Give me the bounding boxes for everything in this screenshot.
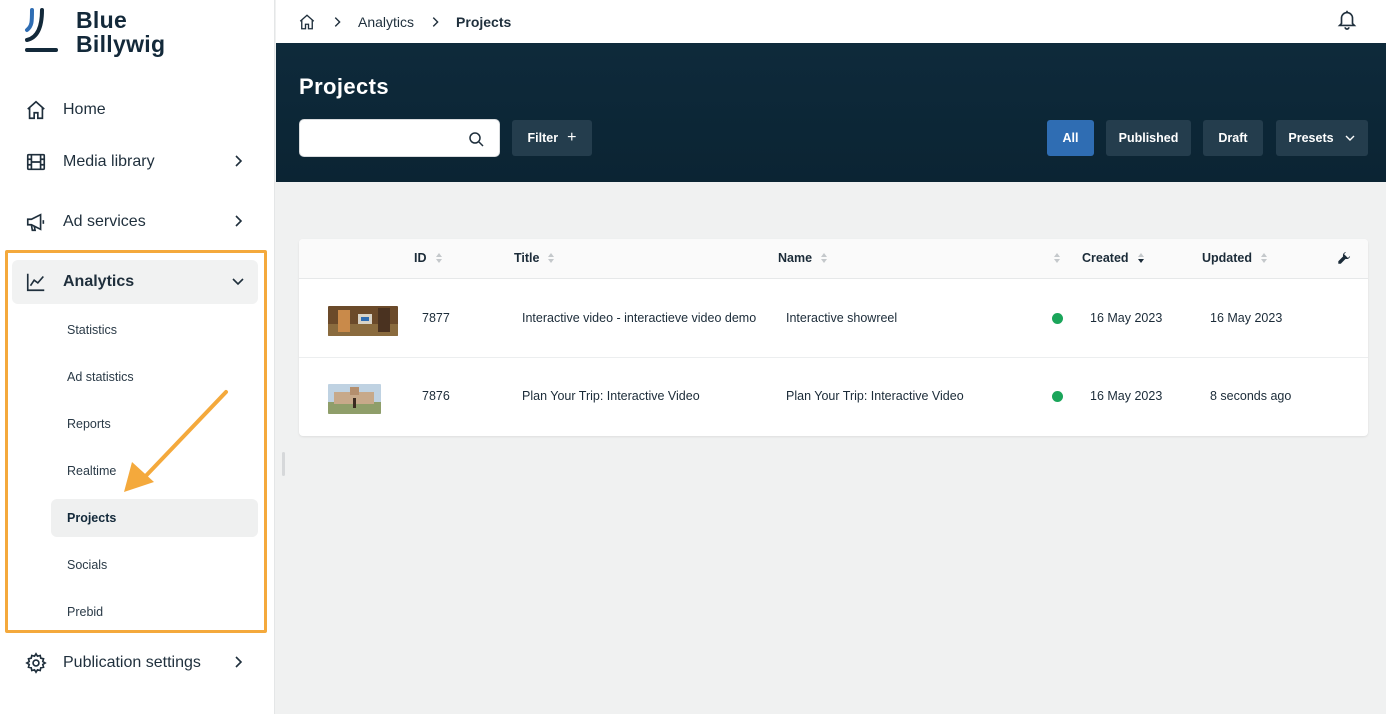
tab-published[interactable]: Published bbox=[1106, 120, 1191, 156]
sidebar-subitem-realtime[interactable]: Realtime bbox=[51, 452, 258, 490]
chevron-right-icon bbox=[235, 656, 243, 668]
cell-name: Interactive showreel bbox=[786, 311, 898, 325]
breadcrumb-analytics[interactable]: Analytics bbox=[358, 14, 414, 30]
sort-icon bbox=[1261, 253, 1267, 263]
brand-line-2: Billywig bbox=[76, 31, 166, 57]
sidebar-item-label: Ad services bbox=[63, 213, 146, 230]
tab-all[interactable]: All bbox=[1047, 120, 1094, 156]
column-id[interactable]: ID bbox=[414, 251, 444, 265]
cell-updated: 8 seconds ago bbox=[1210, 389, 1292, 403]
sidebar-subitem-statistics[interactable]: Statistics bbox=[51, 311, 258, 349]
home-icon bbox=[24, 98, 48, 122]
wrench-icon[interactable] bbox=[1337, 251, 1351, 265]
sidebar-item-label: Analytics bbox=[63, 273, 135, 290]
chevron-right-icon bbox=[235, 215, 243, 227]
breadcrumb-separator-icon bbox=[432, 16, 439, 27]
chevron-down-icon bbox=[232, 278, 244, 286]
sidebar-subitem-ad-statistics[interactable]: Ad statistics bbox=[51, 358, 258, 396]
cell-updated: 16 May 2023 bbox=[1210, 311, 1283, 325]
sidebar-item-media-library[interactable]: Media library bbox=[12, 140, 258, 184]
presets-dropdown[interactable]: Presets bbox=[1276, 120, 1368, 156]
sort-icon bbox=[821, 253, 828, 263]
cell-title[interactable]: Plan Your Trip: Interactive Video bbox=[522, 389, 700, 403]
sidebar-item-analytics[interactable]: Analytics bbox=[12, 260, 258, 304]
column-created[interactable]: Created bbox=[1082, 251, 1146, 265]
page-header: Projects Filter + All Published Draft Pr… bbox=[276, 43, 1386, 182]
search-input[interactable] bbox=[300, 120, 460, 156]
sidebar-item-publication-settings[interactable]: Publication settings bbox=[12, 641, 258, 685]
column-label: Created bbox=[1082, 251, 1129, 265]
status-published-badge bbox=[1052, 313, 1063, 324]
status-published-badge bbox=[1052, 391, 1063, 402]
sidebar-item-home[interactable]: Home bbox=[12, 88, 258, 132]
tab-draft[interactable]: Draft bbox=[1203, 120, 1263, 156]
brand-mark-icon bbox=[25, 8, 58, 52]
chart-icon bbox=[24, 270, 48, 294]
column-label: Name bbox=[778, 251, 813, 265]
top-bar: Analytics Projects bbox=[276, 0, 1386, 43]
column-label: ID bbox=[414, 251, 427, 265]
sidebar: Blue Billywig Home Media library Ad serv… bbox=[0, 0, 275, 714]
cell-created: 16 May 2023 bbox=[1090, 389, 1163, 403]
column-status[interactable] bbox=[1045, 251, 1062, 265]
filter-button[interactable]: Filter + bbox=[512, 120, 592, 156]
sidebar-item-label: Publication settings bbox=[63, 654, 201, 671]
column-title[interactable]: Title bbox=[514, 251, 556, 265]
bell-icon[interactable] bbox=[1336, 8, 1358, 30]
table-header: ID Title Name Created Updated bbox=[299, 239, 1368, 279]
brand-line-1: Blue bbox=[76, 7, 128, 33]
cell-title[interactable]: Interactive video - interactieve video d… bbox=[522, 311, 756, 325]
sort-icon bbox=[548, 253, 555, 263]
sort-icon bbox=[1054, 253, 1060, 263]
sidebar-subitem-projects[interactable]: Projects bbox=[51, 499, 258, 537]
filter-button-label: Filter bbox=[527, 131, 559, 145]
cell-name: Plan Your Trip: Interactive Video bbox=[786, 389, 964, 403]
breadcrumb-separator-icon bbox=[334, 16, 341, 27]
column-name[interactable]: Name bbox=[778, 251, 829, 265]
video-thumbnail bbox=[328, 384, 381, 414]
column-updated[interactable]: Updated bbox=[1202, 251, 1269, 265]
megaphone-icon bbox=[24, 210, 48, 234]
table-row[interactable]: 7877 Interactive video - interactieve vi… bbox=[299, 280, 1368, 358]
cell-id: 7877 bbox=[422, 311, 450, 325]
sort-desc-icon bbox=[1137, 253, 1144, 263]
projects-table: ID Title Name Created Updated 7877 Inter… bbox=[299, 239, 1368, 436]
table-row[interactable]: 7876 Plan Your Trip: Interactive Video P… bbox=[299, 358, 1368, 436]
sidebar-item-label: Home bbox=[63, 101, 106, 118]
sidebar-subitem-reports[interactable]: Reports bbox=[51, 405, 258, 443]
column-label: Updated bbox=[1202, 251, 1252, 265]
sidebar-item-label: Media library bbox=[63, 153, 155, 170]
sidebar-resize-handle[interactable] bbox=[282, 452, 285, 476]
film-icon bbox=[24, 150, 48, 174]
page-title: Projects bbox=[299, 74, 390, 99]
breadcrumb-current: Projects bbox=[456, 13, 512, 30]
presets-label: Presets bbox=[1288, 131, 1334, 145]
sidebar-subitem-socials[interactable]: Socials bbox=[51, 546, 258, 584]
search-box[interactable] bbox=[299, 119, 500, 157]
cell-id: 7876 bbox=[422, 389, 450, 403]
sidebar-subitem-prebid[interactable]: Prebid bbox=[51, 593, 258, 631]
video-thumbnail bbox=[328, 306, 398, 336]
sidebar-item-ad-services[interactable]: Ad services bbox=[12, 200, 258, 244]
plus-icon: + bbox=[567, 129, 577, 146]
chevron-down-icon bbox=[1345, 135, 1355, 141]
brand-name: Blue Billywig bbox=[76, 8, 165, 56]
column-label: Title bbox=[514, 251, 540, 265]
breadcrumb-home-icon[interactable] bbox=[298, 13, 316, 31]
brand-logo[interactable]: Blue Billywig bbox=[24, 8, 165, 56]
chevron-right-icon bbox=[235, 155, 243, 167]
search-icon[interactable] bbox=[468, 131, 484, 147]
gear-icon bbox=[24, 651, 48, 675]
sort-icon bbox=[435, 253, 442, 263]
cell-created: 16 May 2023 bbox=[1090, 311, 1163, 325]
